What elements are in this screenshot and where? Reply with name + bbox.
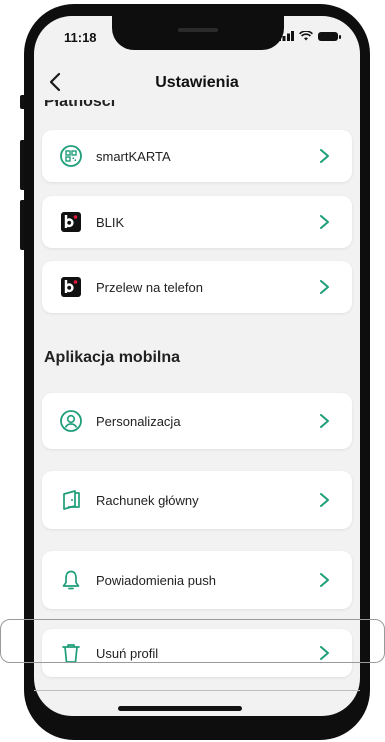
phone-screen: 11:18 Ustawienia Płatności smartKARTA BL…	[34, 16, 360, 716]
settings-item-blik[interactable]: BLIK	[42, 196, 352, 248]
blik-logo-icon	[59, 210, 83, 234]
chevron-right-icon	[320, 493, 329, 507]
status-icons	[278, 31, 341, 41]
settings-item-rachunek-glowny[interactable]: Rachunek główny	[42, 471, 352, 529]
settings-item-label: Przelew na telefon	[96, 279, 203, 295]
bell-icon	[59, 568, 83, 592]
settings-item-powiadomienia-push[interactable]: Powiadomienia push	[42, 551, 352, 609]
speaker-grille	[178, 28, 218, 32]
chevron-right-icon	[320, 149, 329, 163]
settings-item-label: Rachunek główny	[96, 492, 199, 508]
chevron-right-icon	[320, 215, 329, 229]
chevron-right-icon	[320, 646, 329, 660]
home-indicator[interactable]	[118, 706, 242, 711]
blik-logo-icon	[59, 275, 83, 299]
qr-card-icon	[59, 144, 83, 168]
settings-item-personalizacja[interactable]: Personalizacja	[42, 393, 352, 449]
battery-icon	[318, 31, 341, 41]
section-title-mobile-app: Aplikacja mobilna	[44, 349, 181, 366]
chevron-right-icon	[320, 573, 329, 587]
settings-item-smartkarta[interactable]: smartKARTA	[42, 130, 352, 182]
section-title-payments: Płatności	[44, 100, 116, 110]
phone-notch	[112, 16, 284, 50]
document-icon	[59, 488, 83, 512]
page-title: Ustawienia	[155, 74, 239, 91]
settings-item-usun-profil[interactable]: Usuń profil	[42, 629, 352, 677]
divider	[34, 690, 360, 691]
navigation-bar: Ustawienia	[34, 64, 360, 104]
settings-item-label: Powiadomienia push	[96, 572, 216, 588]
settings-item-przelew-na-telefon[interactable]: Przelew na telefon	[42, 261, 352, 313]
user-circle-icon	[59, 409, 83, 433]
settings-item-label: Usuń profil	[96, 645, 159, 661]
phone-frame: 11:18 Ustawienia Płatności smartKARTA BL…	[24, 4, 370, 740]
chevron-right-icon	[320, 280, 329, 294]
trash-icon	[59, 641, 83, 665]
wifi-icon	[299, 31, 313, 41]
settings-item-label: smartKARTA	[96, 148, 171, 164]
status-time: 11:18	[64, 30, 97, 45]
settings-item-label: BLIK	[96, 214, 125, 230]
chevron-right-icon	[320, 414, 329, 428]
settings-item-label: Personalizacja	[96, 413, 181, 429]
